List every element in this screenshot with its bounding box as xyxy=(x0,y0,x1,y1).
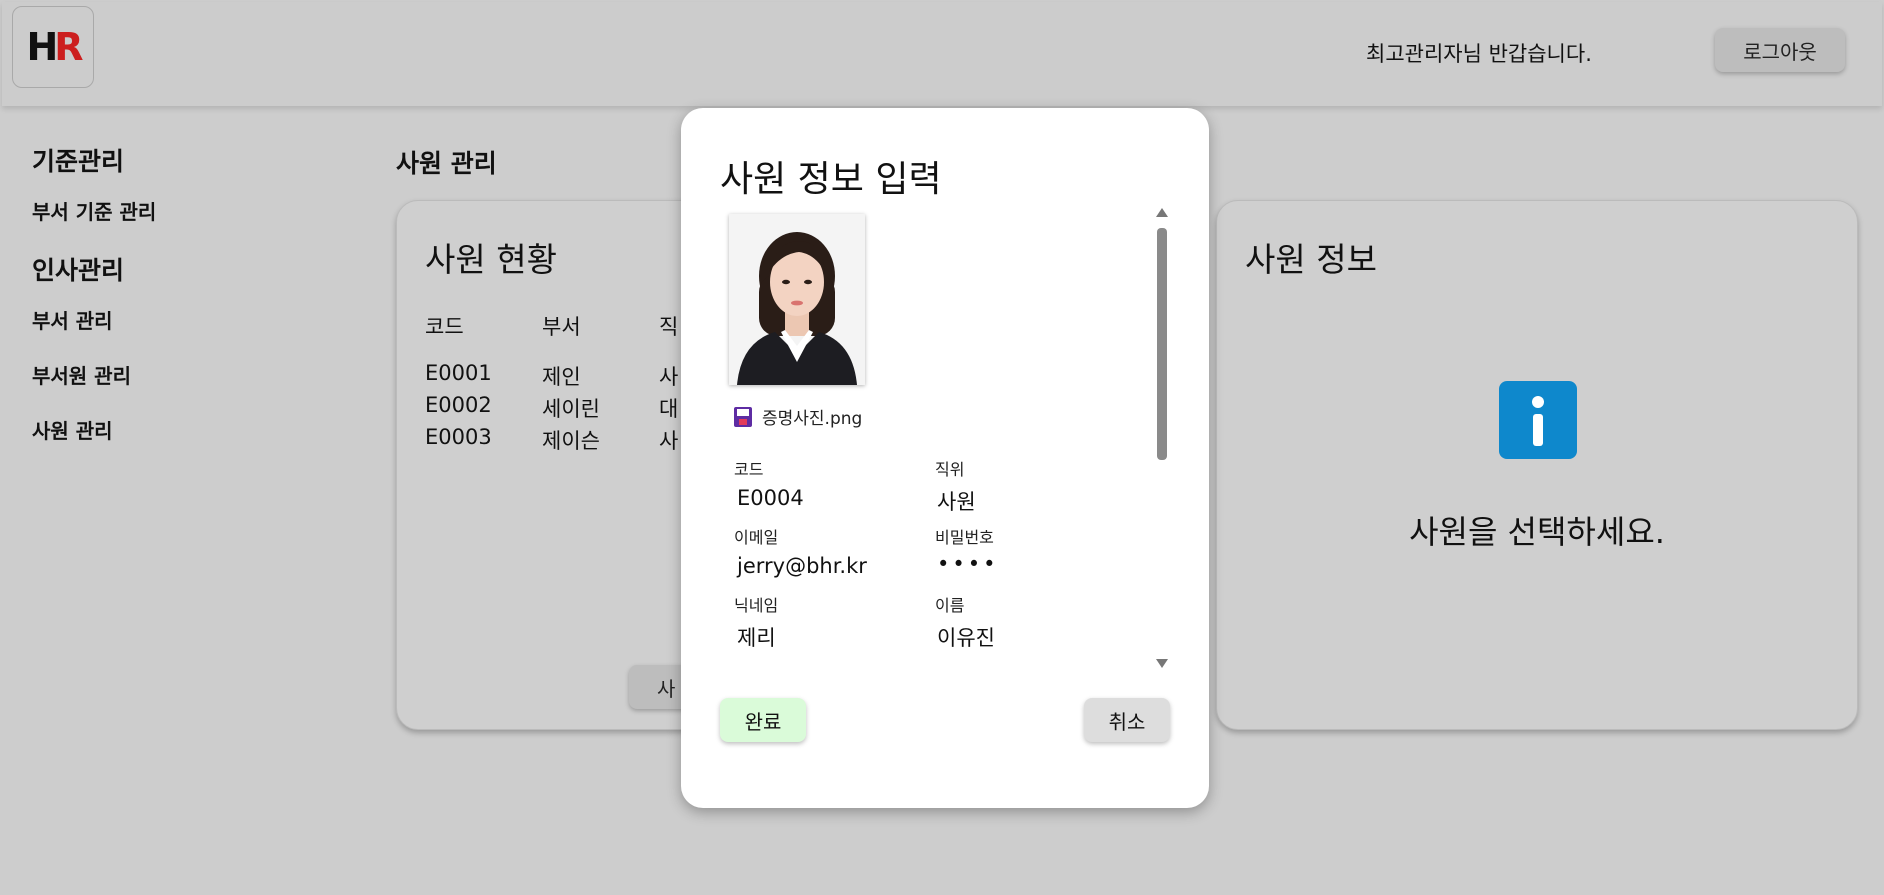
greeting-text: 최고관리자님 반갑습니다. xyxy=(1366,42,1592,66)
image-file-icon xyxy=(734,406,752,427)
nickname-field[interactable]: 제리 xyxy=(737,622,776,652)
password-label: 비밀번호 xyxy=(935,528,994,547)
employee-info-title: 사원 정보 xyxy=(1245,240,1377,279)
cell-code: E0003 xyxy=(425,425,492,449)
info-icon-bar xyxy=(1533,414,1543,446)
sidebar-section-hr: 인사관리 xyxy=(32,256,125,285)
photo-filename: 증명사진.png xyxy=(762,409,863,429)
password-field[interactable]: •••• xyxy=(937,552,999,576)
cell-dept: 세이린 xyxy=(542,397,600,421)
scroll-up-arrow-icon[interactable] xyxy=(1156,208,1168,217)
code-label: 코드 xyxy=(734,460,764,479)
sidebar-item-dept-standards[interactable]: 부서 기준 관리 xyxy=(32,196,332,225)
employee-photo[interactable] xyxy=(729,214,865,385)
modal-title: 사원 정보 입력 xyxy=(720,159,942,200)
done-button[interactable]: 완료 xyxy=(720,698,806,742)
position-field[interactable]: 사원 xyxy=(937,486,976,516)
column-header-dept: 부서 xyxy=(542,315,581,339)
sidebar: 기준관리 부서 기준 관리 인사관리 부서 관리 부서원 관리 사원 관리 xyxy=(32,142,332,470)
table-row[interactable]: E0001 제인 사 xyxy=(425,361,719,393)
scroll-down-arrow-icon[interactable] xyxy=(1156,659,1168,668)
employee-info-panel: 사원 정보 사원을 선택하세요. xyxy=(1216,200,1858,730)
table-header: 코드 부서 직 xyxy=(425,311,719,343)
cell-dept: 제인 xyxy=(542,365,581,389)
cancel-button[interactable]: 취소 xyxy=(1084,698,1170,742)
logo-letter-r: R xyxy=(54,25,83,69)
page-title: 사원 관리 xyxy=(396,149,497,178)
cell-code: E0001 xyxy=(425,361,492,385)
employee-list-title: 사원 현황 xyxy=(425,240,557,279)
modal-scrollbar[interactable] xyxy=(1153,208,1171,668)
nickname-label: 닉네임 xyxy=(734,596,779,615)
photo-file-row[interactable]: 증명사진.png xyxy=(734,404,862,429)
portrait-image xyxy=(729,214,865,385)
logout-button[interactable]: 로그아웃 xyxy=(1715,28,1845,72)
email-field[interactable]: jerry@bhr.kr xyxy=(737,554,867,578)
employee-input-modal: 사원 정보 입력 증명사진.png 코드 E0004 직위 사원 이메일 jer… xyxy=(681,108,1209,808)
position-label: 직위 xyxy=(935,460,965,479)
sidebar-item-employee-management[interactable]: 사원 관리 xyxy=(32,415,332,444)
top-header: HR 최고관리자님 반갑습니다. 로그아웃 xyxy=(2,2,1882,106)
employee-table: 코드 부서 직 E0001 제인 사 E0002 세이린 대 E0003 제이슨… xyxy=(425,311,719,457)
sidebar-section-standards: 기준관리 xyxy=(32,147,125,176)
table-row[interactable]: E0002 세이린 대 xyxy=(425,393,719,425)
info-icon xyxy=(1499,381,1577,459)
name-label: 이름 xyxy=(935,596,965,615)
table-row[interactable]: E0003 제이슨 사 xyxy=(425,425,719,457)
logo-letter-h: H xyxy=(26,25,58,69)
scroll-thumb[interactable] xyxy=(1157,228,1167,460)
name-field[interactable]: 이유진 xyxy=(937,622,995,652)
cell-code: E0002 xyxy=(425,393,492,417)
cell-dept: 제이슨 xyxy=(542,429,600,453)
email-label: 이메일 xyxy=(734,528,779,547)
column-header-code: 코드 xyxy=(425,315,464,339)
modal-scroll-area[interactable]: 증명사진.png 코드 E0004 직위 사원 이메일 jerry@bhr.kr… xyxy=(720,206,1160,670)
sidebar-item-dept-management[interactable]: 부서 관리 xyxy=(32,305,332,334)
select-employee-message: 사원을 선택하세요. xyxy=(1409,513,1665,551)
code-field[interactable]: E0004 xyxy=(737,486,804,510)
sidebar-item-dept-member-management[interactable]: 부서원 관리 xyxy=(32,360,332,389)
hr-logo[interactable]: HR xyxy=(12,6,94,88)
app-frame: HR 최고관리자님 반갑습니다. 로그아웃 기준관리 부서 기준 관리 인사관리… xyxy=(2,2,1882,893)
info-icon-dot xyxy=(1532,396,1544,408)
